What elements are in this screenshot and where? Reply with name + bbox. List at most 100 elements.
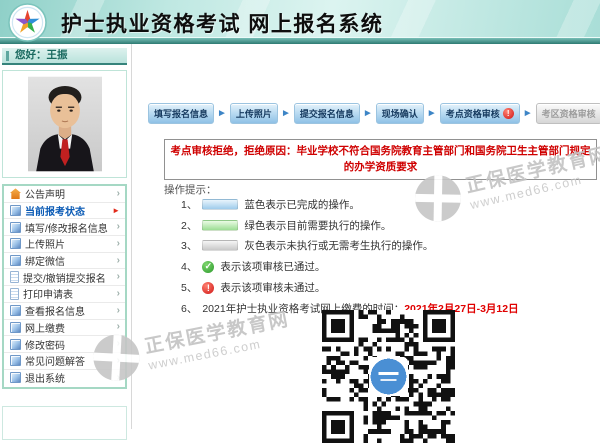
menu-item-icon [10, 339, 21, 350]
audit-failed-badge-icon: ! [503, 108, 514, 119]
candidate-photo-frame [2, 70, 127, 178]
progress-step: 现场确认 ! [376, 103, 424, 124]
progress-step-label: 考区资格审核 [542, 107, 596, 120]
tip-item: 5、 ! 表示该项审核未通过。 [181, 277, 519, 298]
step-arrow-icon: ► [427, 109, 437, 119]
chevron-right-icon [117, 222, 120, 232]
chevron-right-icon [117, 373, 120, 383]
progress-step-label: 考点资格审核 [446, 107, 500, 120]
step-arrow-icon: ► [281, 109, 291, 119]
audit-rejection-notice: 考点审核拒绝，拒绝原因：毕业学校不符合国务院教育主管部门和国务院卫生主管部门规定… [164, 139, 597, 180]
sidebar-menu-item[interactable]: 提交/撤销提交报名 [4, 269, 125, 286]
qr-code [322, 310, 455, 443]
progress-step: 提交报名信息 ! [294, 103, 360, 124]
progress-step-row: 考区资格审核 ! ► [536, 103, 600, 124]
sidebar-menu-item[interactable]: 当前报考状态 [4, 203, 125, 220]
progress-step-label: 上传照片 [236, 107, 272, 120]
nursing-exam-emblem-icon [8, 3, 47, 42]
progress-step: 考区资格审核 ! [536, 103, 600, 124]
tip-number: 2、 [181, 218, 197, 233]
chevron-right-icon [117, 289, 120, 299]
sidebar-menu-item[interactable]: 查看报名信息 [4, 303, 125, 320]
progress-step-row: 上传照片 ! ► [230, 103, 294, 124]
menu-item-label: 当前报考状态 [25, 203, 85, 218]
tip-text: 表示该项审核已通过。 [220, 259, 325, 274]
menu-item-icon [10, 288, 19, 300]
chevron-right-icon [117, 256, 120, 266]
tip-number: 5、 [181, 280, 197, 295]
tip-text: 表示该项审核未通过。 [220, 280, 325, 295]
sidebar-menu-item[interactable]: 打印申请表 [4, 286, 125, 303]
menu-item-icon [10, 222, 21, 233]
page-title: 护士执业资格考试 网上报名系统 [61, 8, 383, 38]
menu-item-icon [10, 322, 21, 333]
tip-marker-icon [202, 240, 238, 251]
progress-step-row: 现场确认 ! ► [376, 103, 440, 124]
tip-number: 1、 [181, 197, 197, 212]
tip-item: 3、 灰色表示未执行或无需考生执行的操作。 [181, 236, 519, 257]
progress-step: 填写报名信息 ! [148, 103, 214, 124]
chevron-right-icon [117, 189, 120, 199]
tip-number: 3、 [181, 238, 197, 253]
candidate-photo [28, 76, 102, 172]
sidebar-menu-item[interactable]: 填写/修改报名信息 [4, 219, 125, 236]
tip-number: 4、 [181, 259, 197, 274]
menu-item-icon [10, 238, 21, 249]
chevron-right-icon [117, 339, 120, 349]
tips-list: 1、 蓝色表示已完成的操作。 2、 绿色表示目前需要执行的操作。 3、 灰色表示… [181, 194, 519, 319]
progress-step-row: 填写报名信息 ! ► [148, 103, 230, 124]
sidebar-menu: 公告声明 当前报考状态 填写/修改报名信息 上传照片 绑定微信 提交/ [2, 184, 127, 389]
sidebar-menu-item[interactable]: 修改密码 [4, 336, 125, 353]
sidebar-menu-item[interactable]: 网上缴费 [4, 320, 125, 337]
progress-step-row: 提交报名信息 ! ► [294, 103, 376, 124]
menu-item-label: 常见问题解答 [25, 353, 85, 368]
tip-item: 1、 蓝色表示已完成的操作。 [181, 194, 519, 215]
sidebar-menu-item[interactable]: 上传照片 [4, 236, 125, 253]
menu-item-icon [10, 305, 21, 316]
progress-step-label: 填写报名信息 [154, 107, 208, 120]
sidebar-menu-item[interactable]: 公告声明 [4, 186, 125, 203]
chevron-right-icon [117, 356, 120, 366]
menu-item-label: 上传照片 [25, 236, 65, 251]
chevron-right-icon [117, 272, 120, 282]
menu-item-label: 查看报名信息 [25, 303, 85, 318]
tip-marker-icon [202, 220, 238, 231]
menu-item-label: 网上缴费 [25, 320, 65, 335]
progress-steps: 填写报名信息 ! ► 上传照片 ! ► 提交报名信息 ! ► [148, 103, 600, 124]
chevron-right-icon [112, 206, 120, 216]
menu-item-label: 绑定微信 [25, 253, 65, 268]
menu-item-icon [10, 355, 21, 366]
header-divider-band [0, 37, 600, 44]
sidebar-empty-panel [2, 406, 127, 440]
tip-text: 灰色表示未执行或无需考生执行的操作。 [244, 238, 433, 253]
menu-item-icon [10, 255, 21, 266]
menu-item-label: 退出系统 [25, 370, 65, 385]
menu-item-label: 提交/撤销提交报名 [23, 270, 106, 285]
progress-step: 上传照片 ! [230, 103, 278, 124]
chevron-right-icon [117, 322, 120, 332]
tip-marker-icon: ! [202, 282, 214, 294]
tip-item: 4、 ✓ 表示该项审核已通过。 [181, 256, 519, 277]
tip-number: 6、 [181, 301, 197, 316]
progress-step-label: 现场确认 [382, 107, 418, 120]
step-arrow-icon: ► [217, 109, 227, 119]
step-arrow-icon: ► [523, 109, 533, 119]
main-content: 填写报名信息 ! ► 上传照片 ! ► 提交报名信息 ! ► [132, 44, 600, 429]
tip-item: 2、 绿色表示目前需要执行的操作。 [181, 215, 519, 236]
menu-item-label: 公告声明 [25, 186, 65, 201]
chevron-right-icon [117, 239, 120, 249]
tip-text: 绿色表示目前需要执行的操作。 [244, 218, 391, 233]
sidebar-menu-item[interactable]: 绑定微信 [4, 253, 125, 270]
tip-text: 蓝色表示已完成的操作。 [244, 197, 360, 212]
menu-item-icon [10, 271, 19, 283]
sidebar-menu-item[interactable]: 常见问题解答 [4, 353, 125, 370]
menu-item-label: 修改密码 [25, 337, 65, 352]
progress-step-label: 提交报名信息 [300, 107, 354, 120]
chevron-right-icon [117, 306, 120, 316]
menu-item-icon [10, 372, 21, 383]
menu-item-label: 打印申请表 [23, 286, 73, 301]
sidebar-menu-item[interactable]: 退出系统 [4, 370, 125, 387]
progress-step-row: 考点资格审核 ! ► [440, 103, 536, 124]
progress-step: 考点资格审核 ! [440, 103, 520, 124]
tip-marker-icon [202, 199, 238, 210]
